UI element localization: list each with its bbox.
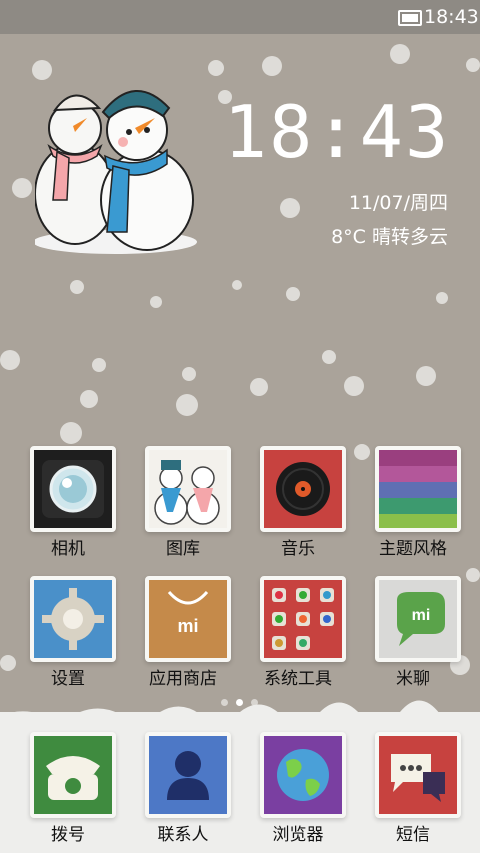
snowflake-decoration xyxy=(286,287,300,301)
app-label: 主题风格 xyxy=(379,539,447,559)
app-label: 图库 xyxy=(166,539,200,559)
phone-icon xyxy=(30,732,116,818)
app-music[interactable]: 音乐 xyxy=(250,446,346,559)
snowflake-decoration xyxy=(416,366,436,386)
snowflake-decoration xyxy=(0,350,20,370)
snowflake-decoration xyxy=(322,350,336,364)
snowflake-decoration xyxy=(70,280,84,294)
status-bar: 18:43 xyxy=(0,0,480,34)
snowflake-decoration xyxy=(176,394,198,416)
home-screen: 18:43 18:43 11/07/周四 8°C 晴转多云 相机 图库 音乐 主… xyxy=(0,0,480,853)
app-miliao[interactable]: mi 米聊 xyxy=(365,576,461,689)
app-browser[interactable]: 浏览器 xyxy=(250,732,346,845)
app-label: 音乐 xyxy=(281,539,315,559)
snowflake-decoration xyxy=(250,378,268,396)
miliao-icon: mi xyxy=(375,576,461,662)
app-gallery[interactable]: 图库 xyxy=(135,446,231,559)
gallery-icon xyxy=(145,446,231,532)
clock-widget-date: 11/07/周四 xyxy=(348,192,448,214)
music-icon xyxy=(260,446,346,532)
snowflake-decoration xyxy=(0,655,16,671)
app-label: 应用商店 xyxy=(149,669,217,689)
snowflake-decoration xyxy=(80,390,98,408)
camera-icon xyxy=(30,446,116,532)
app-system-tools[interactable]: 系统工具 xyxy=(250,576,346,689)
snowflake-decoration xyxy=(92,358,106,372)
app-label: 相机 xyxy=(51,539,85,559)
system-tools-icon xyxy=(260,576,346,662)
snowflake-decoration xyxy=(232,280,242,290)
settings-icon xyxy=(30,576,116,662)
snowflake-decoration xyxy=(390,44,410,64)
app-messages[interactable]: 短信 xyxy=(365,732,461,845)
snowflake-decoration xyxy=(60,422,82,444)
app-camera[interactable]: 相机 xyxy=(20,446,116,559)
snowflake-decoration xyxy=(262,56,282,76)
status-time: 18:43 xyxy=(424,6,479,28)
battery-icon xyxy=(398,10,422,26)
app-contacts[interactable]: 联系人 xyxy=(135,732,231,845)
clock-widget-time[interactable]: 18:43 xyxy=(222,92,452,172)
app-label: 米聊 xyxy=(396,669,430,689)
app-label: 系统工具 xyxy=(264,669,332,689)
app-settings[interactable]: 设置 xyxy=(20,576,116,689)
app-label: 联系人 xyxy=(157,825,209,845)
snowflake-decoration xyxy=(466,58,480,72)
messages-icon xyxy=(375,732,461,818)
snowman-illustration xyxy=(35,90,197,254)
snowflake-decoration xyxy=(208,60,224,76)
snowflake-decoration xyxy=(280,198,300,218)
app-label: 拨号 xyxy=(51,825,85,845)
svg-text:mi: mi xyxy=(177,616,198,636)
app-label: 设置 xyxy=(51,669,85,689)
snowflake-decoration xyxy=(150,296,162,308)
weather-info[interactable]: 8°C 晴转多云 xyxy=(300,222,448,249)
browser-icon xyxy=(260,732,346,818)
svg-text:mi: mi xyxy=(412,607,431,624)
snowflake-decoration xyxy=(12,178,32,198)
app-theme[interactable]: 主题风格 xyxy=(365,446,461,559)
app-label: 浏览器 xyxy=(272,825,324,845)
contacts-icon xyxy=(145,732,231,818)
app-phone[interactable]: 拨号 xyxy=(20,732,116,845)
app-label: 短信 xyxy=(396,825,430,845)
snowflake-decoration xyxy=(436,292,448,304)
snowflake-decoration xyxy=(466,568,480,582)
snowflake-decoration xyxy=(344,376,364,396)
app-store-icon: mi xyxy=(145,576,231,662)
snowflake-decoration xyxy=(182,367,196,381)
theme-icon xyxy=(375,446,461,532)
app-store[interactable]: mi 应用商店 xyxy=(135,576,231,689)
